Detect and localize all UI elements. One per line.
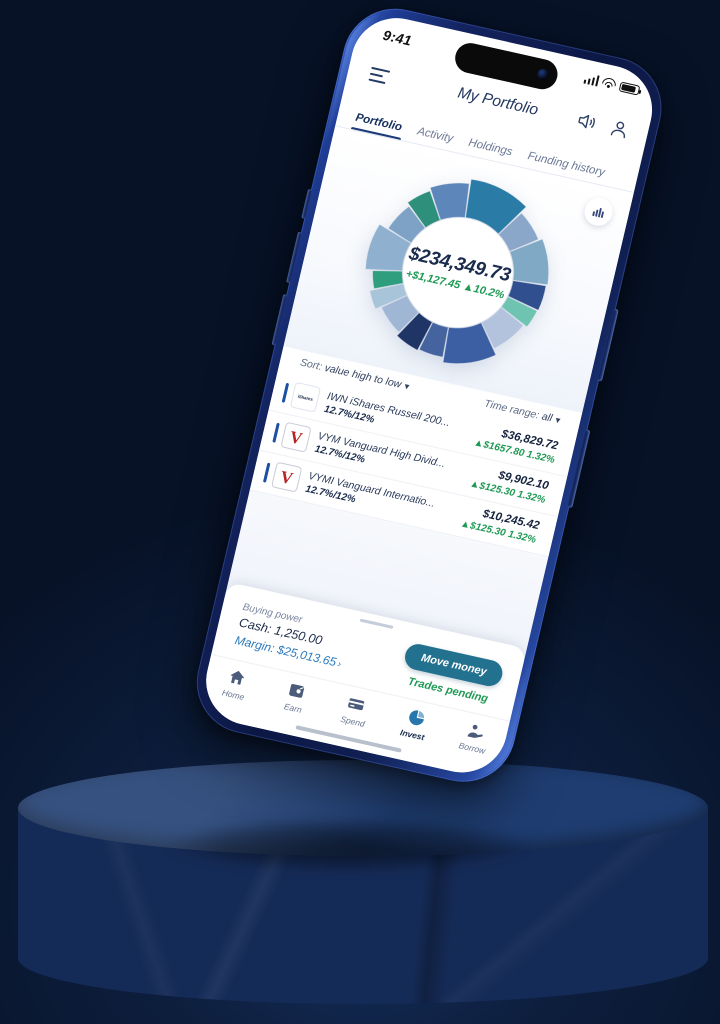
piggy-bank-icon <box>285 680 308 703</box>
tab-bar-item-spend[interactable]: Spend <box>325 689 385 732</box>
credit-card-icon <box>345 693 368 716</box>
holding-accent-bar <box>272 422 280 443</box>
status-bar-indicators <box>582 73 641 96</box>
chevron-right-icon: › <box>336 658 343 671</box>
holding-values: $10,245.42 ▲$125.30 1.32% <box>459 504 540 546</box>
tab-bar-item-invest[interactable]: Invest <box>385 703 445 746</box>
tab-bar-item-borrow[interactable]: Borrow <box>445 716 505 759</box>
battery-icon <box>618 81 641 96</box>
tab-bar-label: Borrow <box>457 740 487 756</box>
hamburger-menu-icon[interactable] <box>368 66 391 85</box>
tab-bar-item-earn[interactable]: Earn <box>265 676 325 719</box>
holding-logo-text: V <box>278 466 295 488</box>
holding-logo-text: V <box>287 426 305 448</box>
buying-power-info: Buying power Cash: 1,250.00 Margin: $25,… <box>234 602 351 671</box>
sheet-drag-handle[interactable] <box>359 618 394 629</box>
wifi-icon <box>601 76 618 91</box>
chevron-down-icon: ▼ <box>401 381 412 392</box>
holding-accent-bar <box>281 382 289 403</box>
time-range-value: all <box>540 410 554 425</box>
header-actions <box>574 109 632 141</box>
holding-logo-text: iShares <box>297 393 314 402</box>
hand-coin-icon <box>465 720 488 743</box>
user-profile-icon[interactable] <box>607 116 632 141</box>
tab-bar-label: Home <box>220 687 246 703</box>
vanguard-logo-icon: V <box>280 421 312 453</box>
sheet-actions: Move money Trades pending <box>398 639 505 707</box>
tab-bar-label: Earn <box>283 701 303 715</box>
megaphone-icon[interactable] <box>574 109 599 134</box>
bar-chart-icon[interactable] <box>581 195 616 229</box>
vanguard-logo-icon: V <box>271 461 303 493</box>
sort-prefix: Sort: <box>298 356 324 374</box>
holding-change-percent: 1.32% <box>525 449 556 467</box>
podium <box>18 760 708 1022</box>
phone-drop-shadow <box>168 818 528 872</box>
holding-change-percent: 1.32% <box>516 489 547 506</box>
allocation-donut-chart[interactable]: $234,349.73 +$1,127.45 ▲10.2% <box>340 156 576 390</box>
tab-bar-label: Invest <box>399 727 426 743</box>
ishares-logo-icon: iShares <box>289 381 322 413</box>
home-icon <box>226 666 249 689</box>
scene-background: 9:41 My Portfolio Portfolio Activity Hol… <box>0 0 720 1024</box>
holding-change-percent: 1.32% <box>506 528 538 546</box>
tab-bar-item-home[interactable]: Home <box>206 663 266 706</box>
cellular-signal-icon <box>582 73 600 87</box>
tab-bar-label: Spend <box>339 713 366 729</box>
pie-chart-icon <box>405 706 428 729</box>
holding-accent-bar <box>262 462 271 483</box>
front-camera-icon <box>536 67 550 81</box>
phone-device: 9:41 My Portfolio Portfolio Activity Hol… <box>186 0 672 792</box>
status-bar-time: 9:41 <box>381 26 414 49</box>
chevron-down-icon: ▼ <box>552 415 563 426</box>
